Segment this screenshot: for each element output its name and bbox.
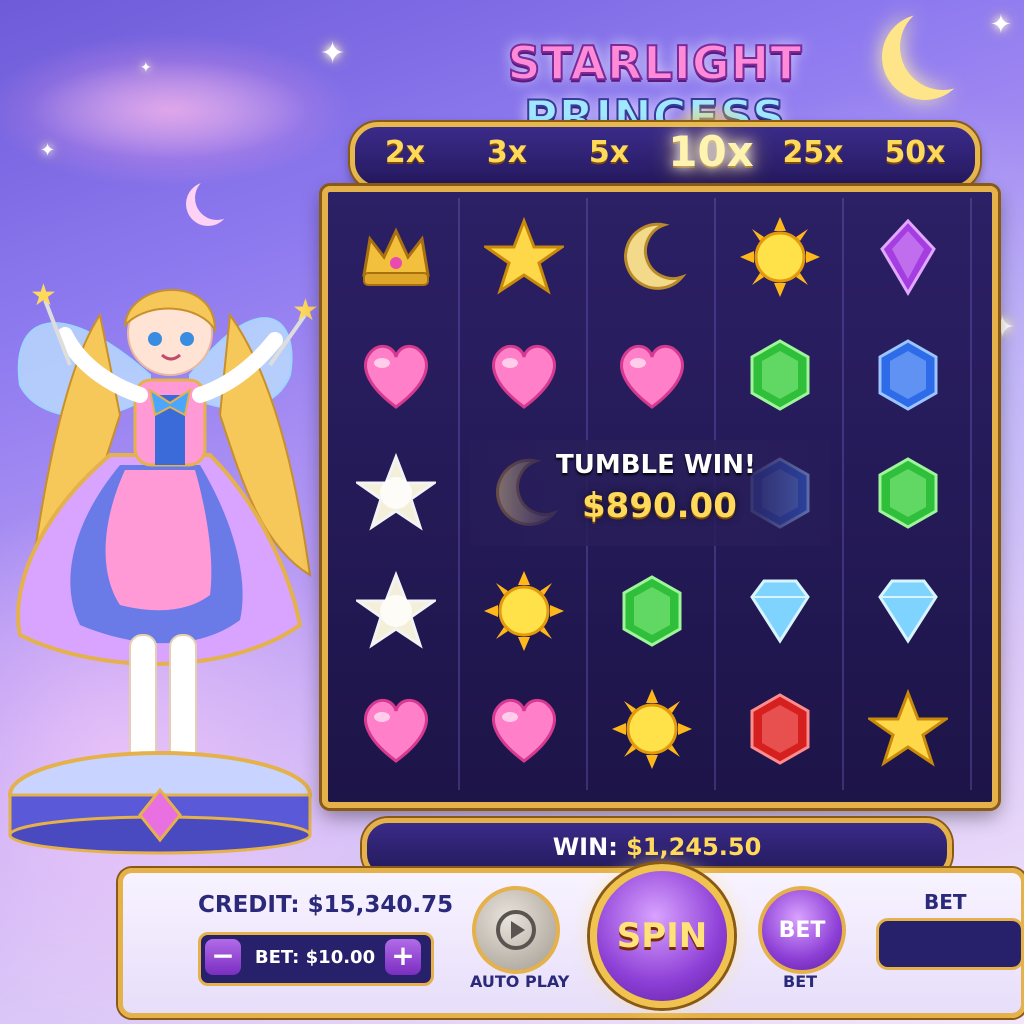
reel-column — [334, 198, 460, 790]
bet-control: − BET: $10.00 + — [198, 932, 434, 986]
blue-gem-icon — [878, 339, 938, 411]
reel-cell — [590, 198, 714, 316]
bet-button-caption: BET — [783, 972, 818, 991]
reel-cell — [718, 670, 842, 788]
green-gem-icon — [750, 339, 810, 411]
tumble-win-amount: $890.00 — [582, 486, 737, 526]
pink-heart-icon — [492, 698, 556, 763]
pink-heart-icon — [492, 344, 556, 409]
multiplier-25x: 25x — [782, 135, 844, 170]
sparkle-icon: ✦ — [320, 36, 346, 71]
credit-amount: $15,340.75 — [307, 892, 454, 918]
reel-cell — [846, 316, 970, 434]
reel-cell — [590, 316, 714, 434]
bet-button[interactable]: BET — [758, 886, 846, 974]
multiplier-50x: 50x — [884, 135, 946, 170]
reel-cell — [718, 552, 842, 670]
reel-cell — [334, 670, 458, 788]
diamond-icon — [878, 579, 938, 644]
title-part-1: STARLIGHT — [506, 35, 803, 91]
red-gem-icon — [750, 693, 810, 765]
multiplier-3x: 3x — [486, 135, 528, 170]
reel-cell — [334, 316, 458, 434]
reel-cell — [718, 316, 842, 434]
purple-gem-icon — [880, 218, 936, 296]
reel-cell — [334, 198, 458, 316]
moon-icon — [624, 222, 687, 290]
sparkle-icon: ✦ — [140, 60, 152, 76]
svg-text:★: ★ — [292, 293, 319, 328]
pink-heart-icon — [364, 698, 428, 763]
reel-cell — [718, 198, 842, 316]
reel-cell — [846, 434, 970, 552]
reel-cell — [590, 670, 714, 788]
autoplay-label: AUTO PLAY — [470, 972, 570, 991]
win-text: WIN: $1,245.50 — [367, 833, 947, 861]
bet-box-label: BET — [924, 890, 967, 914]
reel-cell — [334, 434, 458, 552]
tumble-win-label: TUMBLE WIN! — [556, 450, 756, 480]
credit-label: CREDIT: — [198, 892, 300, 918]
autoplay-button[interactable] — [472, 886, 560, 974]
svg-text:★: ★ — [30, 278, 57, 313]
sun-icon — [484, 571, 564, 651]
sparkle-icon: ✦ — [990, 10, 1012, 40]
multiplier-5x: 5x — [588, 135, 630, 170]
sparkle-icon: ✦ — [40, 140, 56, 161]
multiplier-10x-active: 10x — [668, 127, 754, 176]
gold-star-icon — [868, 689, 948, 767]
win-label: WIN: — [552, 833, 618, 861]
reel-cell — [334, 552, 458, 670]
tumble-win-banner: TUMBLE WIN! $890.00 — [470, 440, 830, 546]
reel-cell — [846, 198, 970, 316]
reel-cell — [590, 552, 714, 670]
bet-amount: BET: $10.00 — [254, 947, 376, 968]
reel-cell — [462, 670, 586, 788]
sun-icon — [740, 217, 820, 297]
reel-cell — [462, 198, 586, 316]
green-gem-icon — [878, 457, 938, 529]
bet-increase-button[interactable]: + — [385, 939, 421, 975]
reel-cell — [462, 316, 586, 434]
pink-heart-icon — [620, 344, 684, 409]
reel-cell — [846, 670, 970, 788]
star-burst-icon — [356, 571, 436, 649]
gold-star-icon — [484, 217, 564, 295]
crown-icon — [362, 227, 430, 286]
spin-button[interactable]: SPIN — [590, 864, 734, 1008]
bet-box[interactable] — [876, 918, 1024, 970]
play-icon — [496, 910, 536, 950]
star-burst-icon — [356, 453, 436, 531]
crescent-moon-icon — [900, 4, 986, 90]
credit-display: CREDIT: $15,340.75 — [198, 892, 453, 918]
reel-cell — [846, 552, 970, 670]
multiplier-bar: 2x 3x 5x 10x 25x 50x — [350, 122, 980, 190]
win-amount: $1,245.50 — [626, 833, 762, 861]
reel-cell — [462, 552, 586, 670]
multiplier-2x: 2x — [384, 135, 426, 170]
small-moon-icon — [195, 176, 239, 220]
bet-button-label: BET — [778, 917, 826, 943]
princess-character: ★ ★ — [8, 278, 319, 855]
pink-heart-icon — [364, 344, 428, 409]
spin-label: SPIN — [616, 916, 708, 956]
sun-icon — [612, 689, 692, 769]
diamond-icon — [750, 579, 810, 644]
bet-decrease-button[interactable]: − — [205, 939, 241, 975]
green-gem-icon — [622, 575, 682, 647]
reel-column — [846, 198, 972, 790]
